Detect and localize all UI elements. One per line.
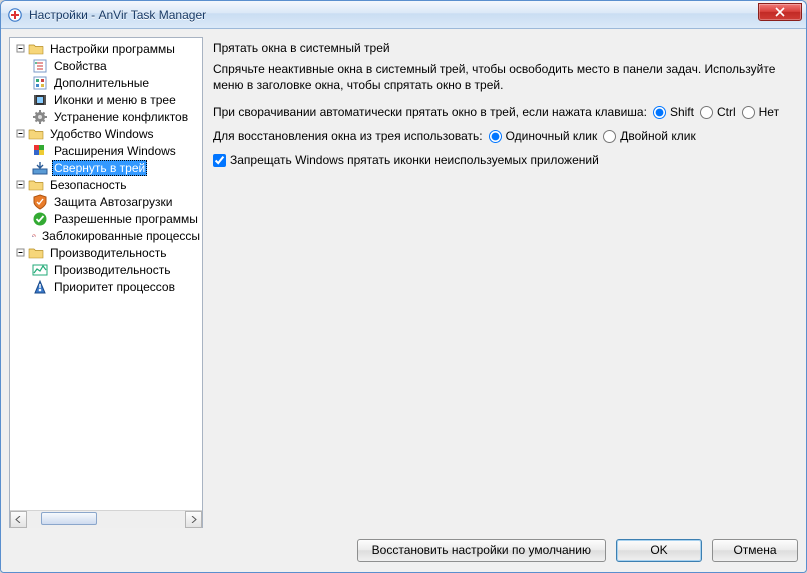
radio-none[interactable]: Нет <box>742 105 779 119</box>
tree-item-label: Устранение конфликтов <box>52 110 190 124</box>
radio-ctrl[interactable]: Ctrl <box>700 105 736 119</box>
content-pane: Прятать окна в системный трей Спрячьте н… <box>209 37 798 528</box>
radio-none-input[interactable] <box>742 106 755 119</box>
radio-shift-input[interactable] <box>653 106 666 119</box>
tree-item-label: Свойства <box>52 59 109 73</box>
tree-item[interactable]: Защита Автозагрузки <box>10 193 202 210</box>
folder-icon <box>28 177 44 193</box>
radio-ctrl-input[interactable] <box>700 106 713 119</box>
folder-icon <box>28 41 44 57</box>
tray-icon <box>32 160 48 176</box>
ok-button[interactable]: OK <box>616 539 702 562</box>
tree-hscrollbar[interactable] <box>10 510 202 527</box>
minimize-key-row: При сворачивании автоматически прятать о… <box>213 105 790 119</box>
nav-tree[interactable]: Настройки программы Свойства Дополнительны… <box>10 38 202 510</box>
tree-item[interactable]: Устранение конфликтов <box>10 108 202 125</box>
radio-shift-label: Shift <box>670 105 694 119</box>
tree-item[interactable]: Иконки и меню в трее <box>10 91 202 108</box>
tree-item-label: Приоритет процессов <box>52 280 177 294</box>
tree-item[interactable]: Дополнительные <box>10 74 202 91</box>
restore-click-row: Для восстановления окна из трея использо… <box>213 129 790 143</box>
tree-group-label: Безопасность <box>48 178 129 192</box>
section-title: Прятать окна в системный трей <box>213 41 790 55</box>
priority-icon <box>32 279 48 295</box>
window-title: Настройки - AnVir Task Manager <box>29 8 206 22</box>
tree-group-label: Производительность <box>48 246 168 260</box>
tree-group-label: Удобство Windows <box>48 127 156 141</box>
allow-icon <box>32 211 48 227</box>
tree-item-label: Заблокированные процессы <box>40 229 202 243</box>
settings-window: Настройки - AnVir Task Manager Настройки… <box>0 0 807 573</box>
collapse-icon[interactable] <box>14 179 26 191</box>
prevent-hide-label: Запрещать Windows прятать иконки неиспол… <box>230 153 599 167</box>
tree-item[interactable]: Производительность <box>10 261 202 278</box>
prevent-hide-input[interactable] <box>213 154 226 167</box>
shield-icon <box>32 194 48 210</box>
radio-none-label: Нет <box>759 105 779 119</box>
client-area: Настройки программы Свойства Дополнительны… <box>1 29 806 572</box>
gear-icon <box>32 109 48 125</box>
tree-item[interactable]: Свойства <box>10 57 202 74</box>
properties-icon <box>32 58 48 74</box>
tree-item[interactable]: Свернуть в трей <box>10 159 202 176</box>
tree-group[interactable]: Безопасность <box>10 176 202 193</box>
tree-item-label: Защита Автозагрузки <box>52 195 174 209</box>
tree-item-label: Дополнительные <box>52 76 151 90</box>
tree-item[interactable]: Расширения Windows <box>10 142 202 159</box>
app-icon <box>7 7 23 23</box>
minimize-key-label: При сворачивании автоматически прятать о… <box>213 105 647 119</box>
nav-tree-pane: Настройки программы Свойства Дополнительны… <box>9 37 203 528</box>
folder-icon <box>28 245 44 261</box>
additional-icon <box>32 75 48 91</box>
prevent-hide-row: Запрещать Windows прятать иконки неиспол… <box>213 153 790 167</box>
scroll-thumb[interactable] <box>41 512 97 525</box>
tree-group[interactable]: Производительность <box>10 244 202 261</box>
tree-item-label: Расширения Windows <box>52 144 178 158</box>
restore-click-label: Для восстановления окна из трея использо… <box>213 129 483 143</box>
prevent-hide-checkbox[interactable]: Запрещать Windows прятать иконки неиспол… <box>213 153 599 167</box>
radio-ctrl-label: Ctrl <box>717 105 736 119</box>
perf-icon <box>32 262 48 278</box>
radio-double-input[interactable] <box>603 130 616 143</box>
flag-icon <box>32 143 48 159</box>
radio-shift[interactable]: Shift <box>653 105 694 119</box>
scroll-right-button[interactable] <box>185 511 202 528</box>
folder-icon <box>28 126 44 142</box>
collapse-icon[interactable] <box>14 247 26 259</box>
radio-double-label: Двойной клик <box>620 129 695 143</box>
tree-item-label: Разрешенные программы <box>52 212 200 226</box>
tree-item-label: Свернуть в трей <box>52 160 147 176</box>
scroll-track[interactable] <box>27 511 185 528</box>
block-icon <box>32 228 36 244</box>
tree-group[interactable]: Удобство Windows <box>10 125 202 142</box>
tree-item[interactable]: Приоритет процессов <box>10 278 202 295</box>
restore-defaults-button[interactable]: Восстановить настройки по умолчанию <box>357 539 606 562</box>
tree-item[interactable]: Разрешенные программы <box>10 210 202 227</box>
film-icon <box>32 92 48 108</box>
tree-item-label: Производительность <box>52 263 172 277</box>
radio-single-input[interactable] <box>489 130 502 143</box>
button-bar: Восстановить настройки по умолчанию OK О… <box>9 536 798 564</box>
tree-item[interactable]: Заблокированные процессы <box>10 227 202 244</box>
tree-item-label: Иконки и меню в трее <box>52 93 178 107</box>
section-description: Спрячьте неактивные окна в системный тре… <box>213 61 790 93</box>
scroll-left-button[interactable] <box>10 511 27 528</box>
radio-double-click[interactable]: Двойной клик <box>603 129 695 143</box>
tree-group[interactable]: Настройки программы <box>10 40 202 57</box>
radio-single-click[interactable]: Одиночный клик <box>489 129 598 143</box>
collapse-icon[interactable] <box>14 43 26 55</box>
titlebar[interactable]: Настройки - AnVir Task Manager <box>1 1 806 29</box>
cancel-button[interactable]: Отмена <box>712 539 798 562</box>
tree-group-label: Настройки программы <box>48 42 177 56</box>
radio-single-label: Одиночный клик <box>506 129 598 143</box>
close-button[interactable] <box>758 3 802 21</box>
collapse-icon[interactable] <box>14 128 26 140</box>
